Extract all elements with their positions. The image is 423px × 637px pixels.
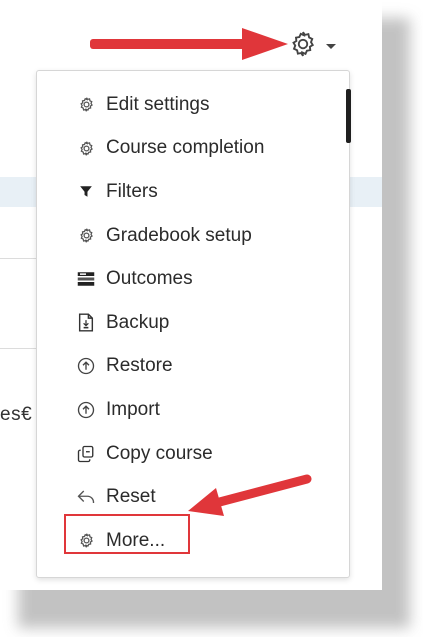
menu-item-outcomes[interactable]: Outcomes <box>37 257 349 301</box>
filter-icon <box>75 181 97 203</box>
outcomes-icon <box>75 268 97 290</box>
copy-icon <box>75 443 97 465</box>
restore-icon <box>75 355 97 377</box>
menu-item-course-completion[interactable]: Course completion <box>37 127 349 171</box>
menu-item-gradebook-setup[interactable]: Gradebook setup <box>37 214 349 258</box>
menu-item-label: Restore <box>106 355 173 377</box>
annotation-arrow-icon <box>90 28 288 60</box>
background-text: es€ <box>0 404 33 425</box>
menu-item-import[interactable]: Import <box>37 388 349 432</box>
reset-icon <box>75 486 97 508</box>
menu-item-label: Copy course <box>106 442 213 464</box>
background-divider <box>0 348 40 349</box>
menu-item-label: More... <box>106 529 166 551</box>
menu-item-label: Filters <box>106 180 158 202</box>
menu-item-label: Gradebook setup <box>106 224 252 246</box>
gear-icon <box>75 530 97 552</box>
menu-item-more[interactable]: More... <box>37 519 349 563</box>
menu-item-label: Edit settings <box>106 93 210 115</box>
menu-item-label: Outcomes <box>106 268 193 290</box>
page: es€ Edit settings Course completion Filt… <box>0 0 382 590</box>
caret-down-icon <box>326 43 336 49</box>
menu-item-filters[interactable]: Filters <box>37 170 349 214</box>
gear-icon <box>288 29 318 59</box>
menu-item-edit-settings[interactable]: Edit settings <box>37 83 349 127</box>
gear-icon <box>75 94 97 116</box>
course-settings-toggle[interactable] <box>288 24 358 64</box>
backup-icon <box>75 312 97 334</box>
menu-item-label: Course completion <box>106 137 265 159</box>
menu-item-copy-course[interactable]: Copy course <box>37 432 349 476</box>
menu-item-label: Reset <box>106 486 156 508</box>
menu-item-label: Import <box>106 398 160 420</box>
menu-item-restore[interactable]: Restore <box>37 345 349 389</box>
import-icon <box>75 399 97 421</box>
background-divider <box>0 258 40 259</box>
gear-icon <box>75 225 97 247</box>
gear-icon <box>75 137 97 159</box>
annotation-arrow-icon <box>188 474 312 516</box>
menu-item-label: Backup <box>106 311 170 333</box>
menu-item-backup[interactable]: Backup <box>37 301 349 345</box>
